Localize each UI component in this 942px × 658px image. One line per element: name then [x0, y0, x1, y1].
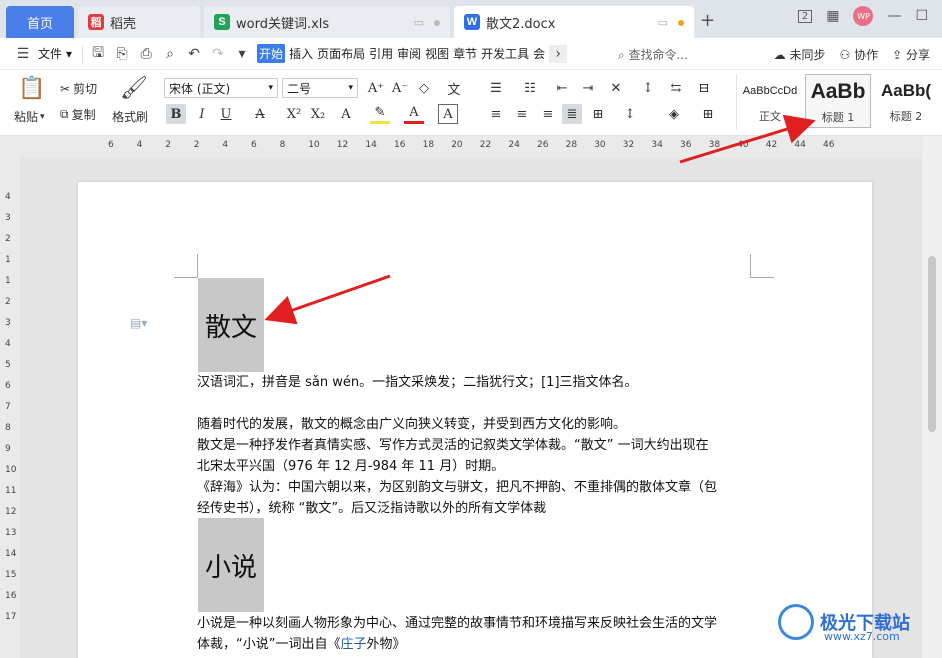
- watermark-logo-icon: [778, 604, 814, 640]
- watermark-url: www.xz7.com: [824, 630, 900, 643]
- annotation-arrows: [264, 114, 816, 325]
- arrow-to-heading1-style: [679, 114, 816, 164]
- watermark: 极光下载站 www.xz7.com: [778, 604, 910, 643]
- arrow-to-heading: [264, 274, 391, 325]
